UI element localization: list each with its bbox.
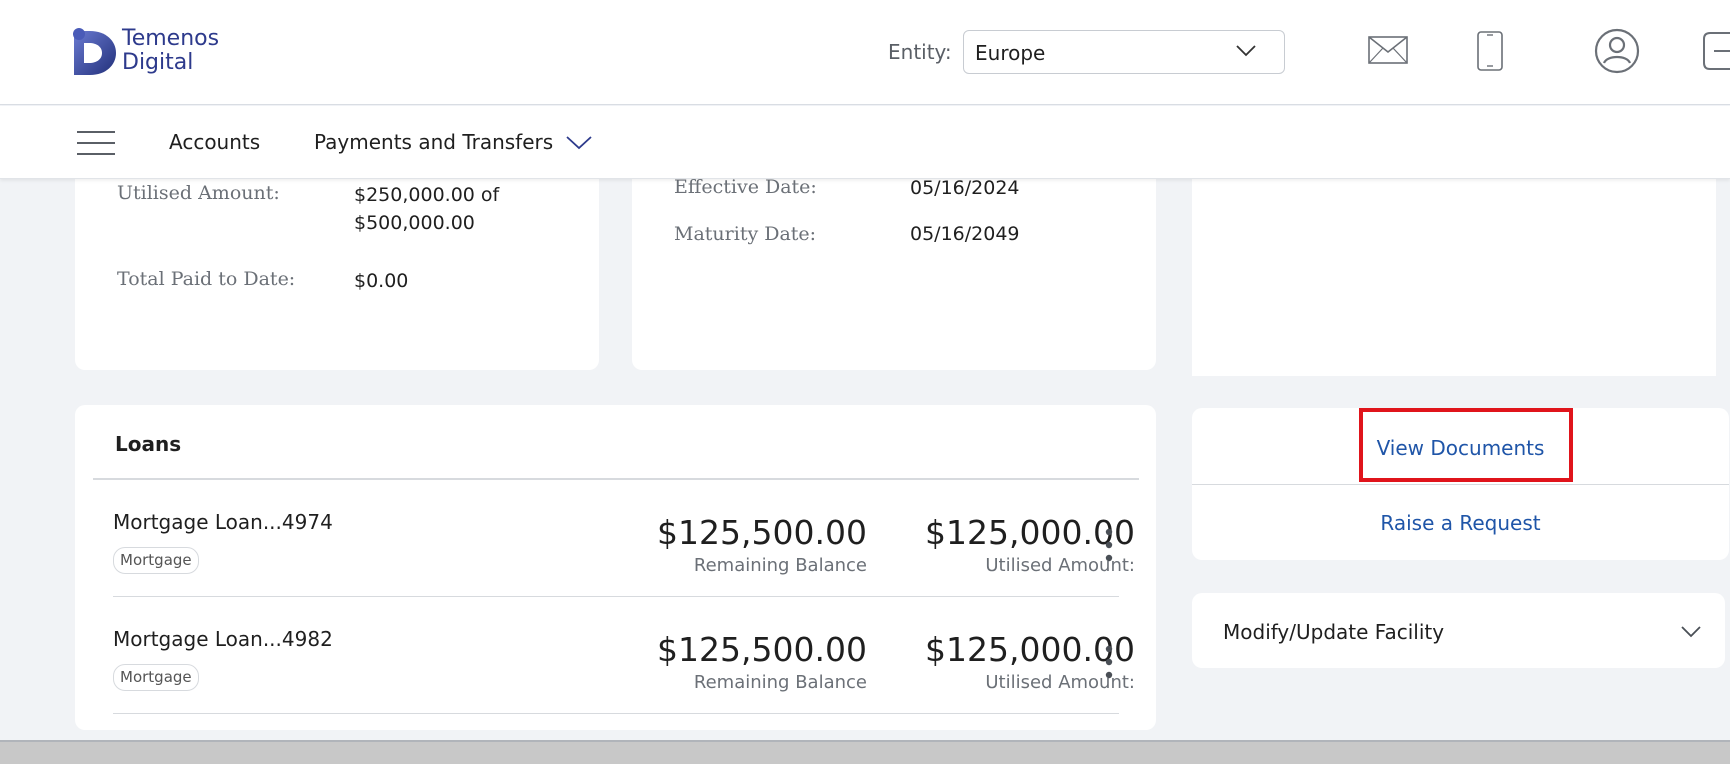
bottom-bar [0, 740, 1730, 764]
chevron-down-icon [1236, 45, 1256, 57]
loan-name[interactable]: Mortgage Loan...4974 [113, 510, 333, 534]
top-header: Temenos Digital Entity: Europe [0, 0, 1730, 105]
logout-icon[interactable] [1702, 32, 1730, 70]
loan-row[interactable]: Mortgage Loan...4974 Mortgage $125,500.0… [75, 480, 1156, 597]
divider [113, 713, 1119, 714]
nav-payments-and-transfers[interactable]: Payments and Transfers [314, 130, 553, 154]
effective-date-label: Effective Date: [674, 176, 817, 198]
profile-icon[interactable] [1594, 28, 1640, 74]
facility-dates-card: Effective Date: 05/16/2024 Maturity Date… [632, 160, 1156, 370]
remaining-balance-label: Remaining Balance [693, 672, 867, 693]
logo-line-2: Digital [122, 50, 194, 75]
entity-select[interactable]: Europe [963, 30, 1285, 74]
divider [1192, 484, 1729, 485]
utilised-amount-label: Utilised Amount: [117, 182, 280, 204]
facility-side-card [1192, 160, 1716, 376]
hamburger-menu-icon[interactable] [77, 130, 115, 156]
utilised-amount-label: Utilised Amount: [985, 555, 1135, 576]
remaining-balance-label: Remaining Balance [693, 555, 867, 576]
raise-request-link[interactable]: Raise a Request [1192, 511, 1729, 535]
actions-card: View Documents Raise a Request [1192, 408, 1729, 560]
temenos-logo[interactable]: Temenos Digital [72, 27, 232, 79]
loans-card: Loans Mortgage Loan...4974 Mortgage $125… [75, 405, 1156, 730]
loan-row[interactable]: Mortgage Loan...4982 Mortgage $125,500.0… [75, 597, 1156, 714]
utilised-amount-label: Utilised Amount: [985, 672, 1135, 693]
more-options-icon[interactable] [1105, 645, 1113, 679]
total-paid-value: $0.00 [354, 270, 409, 292]
facility-summary-card: Utilised Amount: $250,000.00 of $500,000… [75, 160, 599, 370]
modify-update-facility-label: Modify/Update Facility [1223, 620, 1445, 644]
utilised-amount-value: $250,000.00 of $500,000.00 [354, 181, 499, 237]
page: Temenos Digital Entity: Europe Utilised … [0, 0, 1730, 764]
loan-name[interactable]: Mortgage Loan...4982 [113, 627, 333, 651]
entity-label: Entity: [888, 40, 952, 64]
chevron-down-icon [1681, 626, 1701, 638]
more-options-icon[interactable] [1105, 528, 1113, 562]
phone-icon[interactable] [1477, 31, 1503, 71]
nav-accounts[interactable]: Accounts [169, 130, 260, 154]
main-nav: Accounts Payments and Transfers [0, 106, 1730, 179]
total-paid-label: Total Paid to Date: [117, 268, 296, 290]
chevron-down-icon[interactable] [566, 136, 592, 150]
loans-title: Loans [115, 432, 182, 456]
mail-icon[interactable] [1368, 36, 1408, 64]
utilised-amount-value-line-1: $250,000.00 of [354, 184, 500, 206]
modify-update-facility-accordion[interactable]: Modify/Update Facility [1192, 593, 1725, 668]
utilised-amount-value: $125,000.00 [925, 630, 1135, 669]
maturity-date-label: Maturity Date: [674, 223, 817, 245]
view-documents-link[interactable]: View Documents [1192, 436, 1729, 460]
logo-mark-icon [73, 28, 116, 75]
maturity-date-value: 05/16/2049 [910, 223, 1020, 245]
loan-type-tag: Mortgage [113, 664, 199, 691]
remaining-balance-value: $125,500.00 [657, 513, 867, 552]
entity-select-value: Europe [975, 41, 1046, 65]
utilised-amount-value: $125,000.00 [925, 513, 1135, 552]
utilised-amount-value-line-2: $500,000.00 [354, 212, 475, 234]
logo-line-1: Temenos [122, 26, 220, 51]
loan-type-tag: Mortgage [113, 547, 199, 574]
remaining-balance-value: $125,500.00 [657, 630, 867, 669]
logo-text: Temenos Digital [122, 27, 219, 75]
